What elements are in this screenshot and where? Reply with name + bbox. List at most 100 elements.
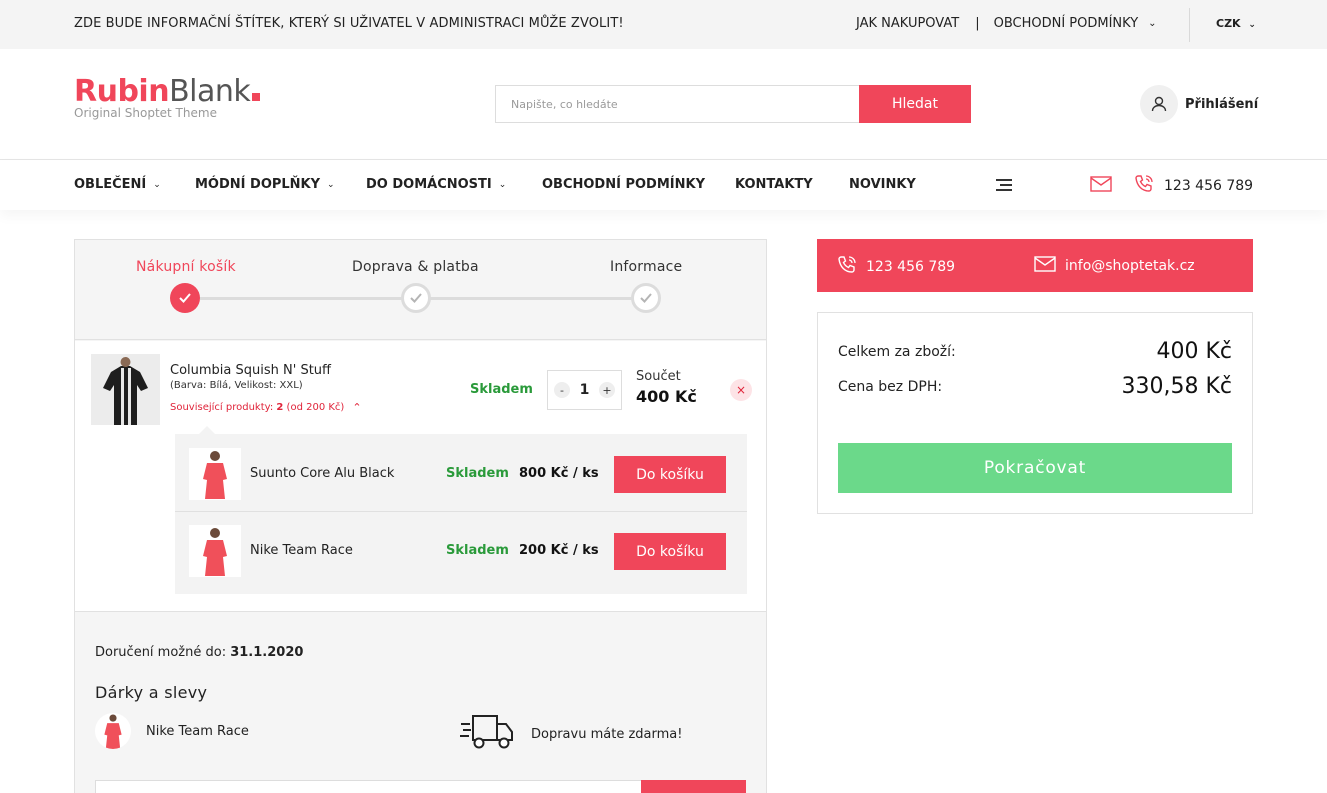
check-icon[interactable] xyxy=(170,283,200,313)
phone-icon xyxy=(837,255,857,279)
nav-item-label: NOVINKY xyxy=(849,177,916,192)
coupon-submit-button[interactable] xyxy=(641,780,746,793)
free-shipping: Dopravu máte zdarma! xyxy=(459,712,682,756)
logo-rubin: Rubin xyxy=(74,74,170,109)
cart-item: Columbia Squish N' Stuff (Barva: Bílá, V… xyxy=(75,341,766,611)
quantity-stepper: - 1 + xyxy=(547,370,622,410)
site-header: RubinBlank Original Shoptet Theme Hledat… xyxy=(0,49,1327,160)
mail-icon xyxy=(1034,255,1056,277)
nav-item-obleceni[interactable]: OBLEČENÍ ⌄ xyxy=(74,177,161,192)
summary-net-label: Cena bez DPH: xyxy=(838,378,943,395)
search-input[interactable] xyxy=(495,85,859,123)
related-product-row: Nike Team Race Skladem 200 Kč / ks Do ko… xyxy=(175,513,747,589)
login-label: Přihlášení xyxy=(1185,96,1259,112)
logo-blank: Blank xyxy=(169,74,251,109)
login-link[interactable]: Přihlášení xyxy=(1140,85,1258,123)
summary-total-label: Celkem za zboží: xyxy=(838,343,956,360)
summary-net-row: Cena bez DPH: 330,58 Kč xyxy=(838,374,1232,399)
item-sum-value: 400 Kč xyxy=(636,387,697,406)
user-icon xyxy=(1140,85,1178,123)
qty-decrease-button[interactable]: - xyxy=(554,382,570,398)
nav-item-label: MÓDNÍ DOPLŇKY xyxy=(195,177,321,192)
chevron-down-icon[interactable]: ⌄ xyxy=(1148,18,1156,29)
step-cart-label: Nákupní košík xyxy=(136,259,236,275)
nav-item-novinky[interactable]: NOVINKY xyxy=(849,177,916,192)
order-summary: Celkem za zboží: 400 Kč Cena bez DPH: 33… xyxy=(817,312,1253,514)
product-image[interactable] xyxy=(91,354,160,425)
nav-item-label: OBCHODNÍ PODMÍNKY xyxy=(542,177,705,192)
nav-item-modni-doplnky[interactable]: MÓDNÍ DOPLŇKY ⌄ xyxy=(195,177,335,192)
nav-phone[interactable]: 123 456 789 xyxy=(1134,174,1253,198)
top-links: JAK NAKUPOVAT | OBCHODNÍ PODMÍNKY ⌄ xyxy=(856,16,1157,31)
main-nav: OBLEČENÍ ⌄ MÓDNÍ DOPLŇKY ⌄ DO DOMÁCNOSTI ⌄ … xyxy=(0,160,1327,210)
gift-product: Nike Team Race xyxy=(95,713,249,749)
top-links-separator: | xyxy=(975,16,980,31)
gift-product-image xyxy=(95,713,131,749)
related-product-image[interactable] xyxy=(189,525,241,577)
contact-bar: 123 456 789 info@shoptetak.cz xyxy=(817,239,1253,292)
chevron-down-icon: ⌄ xyxy=(498,179,507,190)
gifts-title: Dárky a slevy xyxy=(95,683,208,702)
search-bar: Hledat xyxy=(495,85,971,123)
top-info-bar: ZDE BUDE INFORMAČNÍ ŠTÍTEK, KTERÝ SI UŽI… xyxy=(0,0,1327,49)
related-products: Suunto Core Alu Black Skladem 800 Kč / k… xyxy=(175,426,747,594)
product-name[interactable]: Columbia Squish N' Stuff xyxy=(170,363,331,378)
nav-item-label: OBLEČENÍ xyxy=(74,177,147,192)
product-stock: Skladem xyxy=(470,382,533,397)
summary-net-value: 330,58 Kč xyxy=(1121,374,1233,399)
qty-value[interactable]: 1 xyxy=(580,382,590,398)
related-product-row: Suunto Core Alu Black Skladem 800 Kč / k… xyxy=(175,436,747,512)
related-count: 2 xyxy=(276,402,284,413)
terms-link[interactable]: OBCHODNÍ PODMÍNKY xyxy=(994,16,1139,31)
nav-item-kontakty[interactable]: KONTAKTY xyxy=(735,177,813,192)
continue-button[interactable]: Pokračovat xyxy=(838,443,1232,493)
qty-increase-button[interactable]: + xyxy=(599,382,615,398)
product-variant: (Barva: Bílá, Velikost: XXL) xyxy=(170,380,303,391)
step-shipping-label: Doprava & platba xyxy=(352,259,479,275)
contact-phone[interactable]: 123 456 789 xyxy=(837,255,955,279)
coupon-input[interactable] xyxy=(95,780,746,793)
related-notch xyxy=(199,426,215,434)
info-notice: ZDE BUDE INFORMAČNÍ ŠTÍTEK, KTERÝ SI UŽI… xyxy=(74,16,624,31)
cart-panel: Nákupní košík Doprava & platba Informace… xyxy=(74,239,767,793)
related-product-stock: Skladem xyxy=(446,543,509,558)
checkout-steps: Nákupní košík Doprava & platba Informace xyxy=(75,240,766,340)
related-product-image[interactable] xyxy=(189,448,241,500)
how-to-buy-link[interactable]: JAK NAKUPOVAT xyxy=(856,16,959,31)
currency-select[interactable]: CZK ⌄ xyxy=(1216,17,1256,30)
chevron-down-icon: ⌄ xyxy=(327,179,335,190)
logo-dot xyxy=(252,93,261,101)
check-icon[interactable] xyxy=(401,283,431,313)
gift-product-name: Nike Team Race xyxy=(146,723,249,739)
add-to-cart-button[interactable]: Do košíku xyxy=(614,533,726,570)
contact-email-address: info@shoptetak.cz xyxy=(1065,258,1195,274)
menu-icon[interactable] xyxy=(996,179,1012,194)
free-shipping-text: Dopravu máte zdarma! xyxy=(531,726,683,742)
nav-item-label: KONTAKTY xyxy=(735,177,813,192)
search-button[interactable]: Hledat xyxy=(859,85,971,123)
summary-total-row: Celkem za zboží: 400 Kč xyxy=(838,339,1232,364)
phone-icon xyxy=(1134,174,1154,198)
logo[interactable]: RubinBlank Original Shoptet Theme xyxy=(74,74,261,120)
chevron-up-icon: ⌃ xyxy=(352,401,362,414)
summary-total-value: 400 Kč xyxy=(1156,339,1232,364)
delivery-date: Doručení možné do: 31.1.2020 xyxy=(95,645,303,660)
mail-icon[interactable] xyxy=(1090,174,1112,198)
nav-item-do-domacnosti[interactable]: DO DOMÁCNOSTI ⌄ xyxy=(366,177,506,192)
related-product-name[interactable]: Suunto Core Alu Black xyxy=(250,466,394,481)
nav-item-label: DO DOMÁCNOSTI xyxy=(366,177,492,192)
nav-item-obchodni-podminky[interactable]: OBCHODNÍ PODMÍNKY xyxy=(542,177,705,192)
delivery-date-value: 31.1.2020 xyxy=(230,645,304,660)
related-product-name[interactable]: Nike Team Race xyxy=(250,543,353,558)
related-products-toggle[interactable]: Související produkty: 2 (od 200 Kč) ⌃ xyxy=(170,401,362,414)
add-to-cart-button[interactable]: Do košíku xyxy=(614,456,726,493)
step-info-label: Informace xyxy=(610,259,683,275)
check-icon[interactable] xyxy=(631,283,661,313)
related-product-price: 200 Kč / ks xyxy=(519,543,599,558)
related-product-stock: Skladem xyxy=(446,466,509,481)
item-sum-label: Součet xyxy=(636,369,681,384)
contact-email[interactable]: info@shoptetak.cz xyxy=(1034,255,1195,277)
remove-item-button[interactable]: × xyxy=(730,379,752,401)
related-prefix: Související produkty: xyxy=(170,402,274,413)
chevron-down-icon: ⌄ xyxy=(1248,20,1256,30)
